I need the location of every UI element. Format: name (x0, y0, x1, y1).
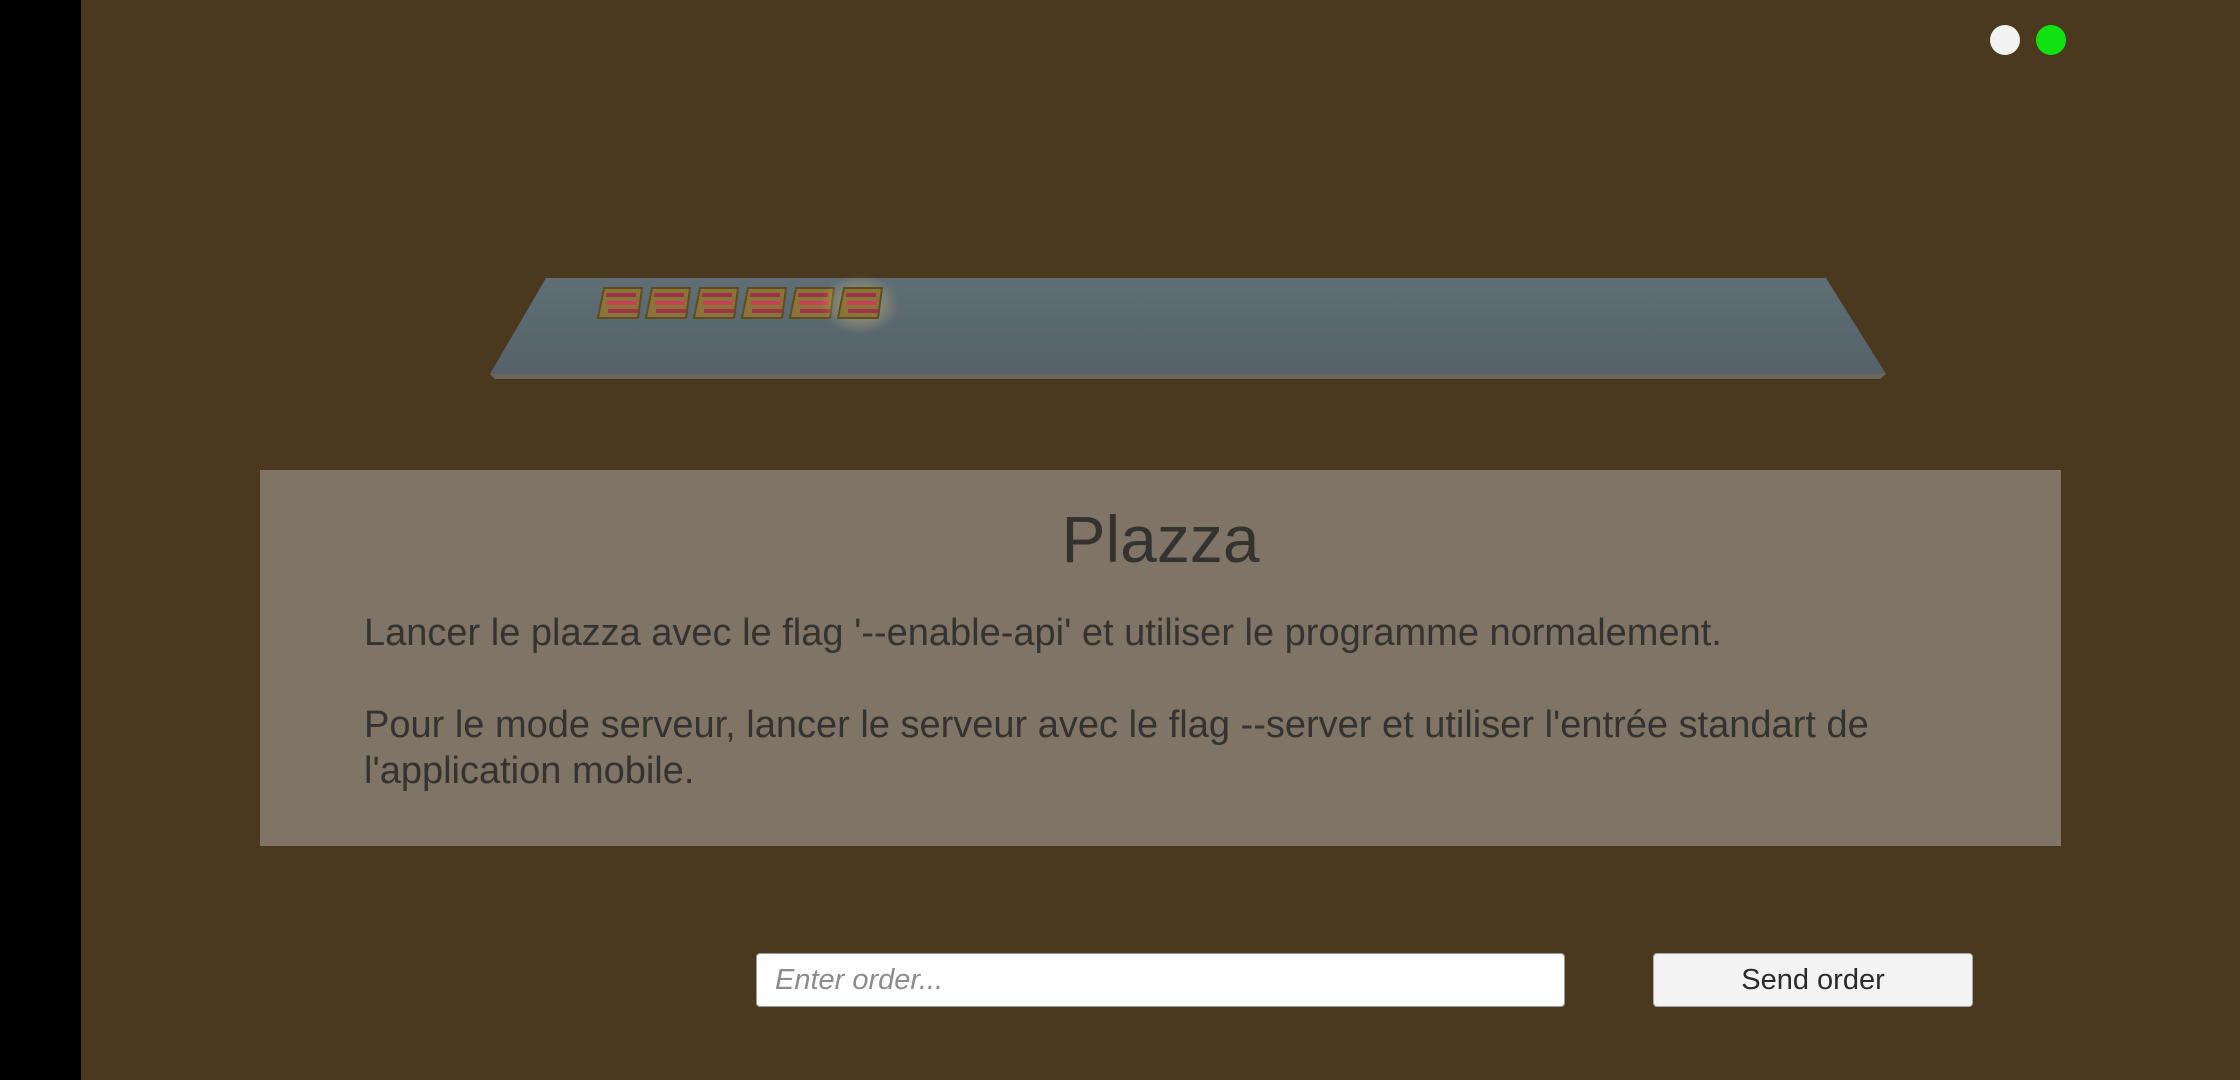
instruction-server: Pour le mode serveur, lancer le serveur … (364, 704, 1869, 792)
cook-tile (740, 287, 788, 319)
kitchen-tray-scene (490, 274, 1886, 379)
cook-tile (644, 287, 692, 319)
3d-scene (0, 0, 2240, 420)
panel-title: Plazza (1061, 502, 1260, 576)
cook-tile (820, 274, 900, 334)
order-input[interactable] (756, 953, 1565, 1007)
instruction-api: Lancer le plazza avec le flag '--enable-… (364, 612, 1722, 654)
send-order-button[interactable]: Send order (1653, 953, 1973, 1007)
cook-tile (692, 287, 740, 319)
cook-tile (596, 287, 644, 319)
tray-edge (490, 374, 1886, 379)
info-panel: Plazza Lancer le plazza avec le flag '--… (260, 470, 2061, 846)
